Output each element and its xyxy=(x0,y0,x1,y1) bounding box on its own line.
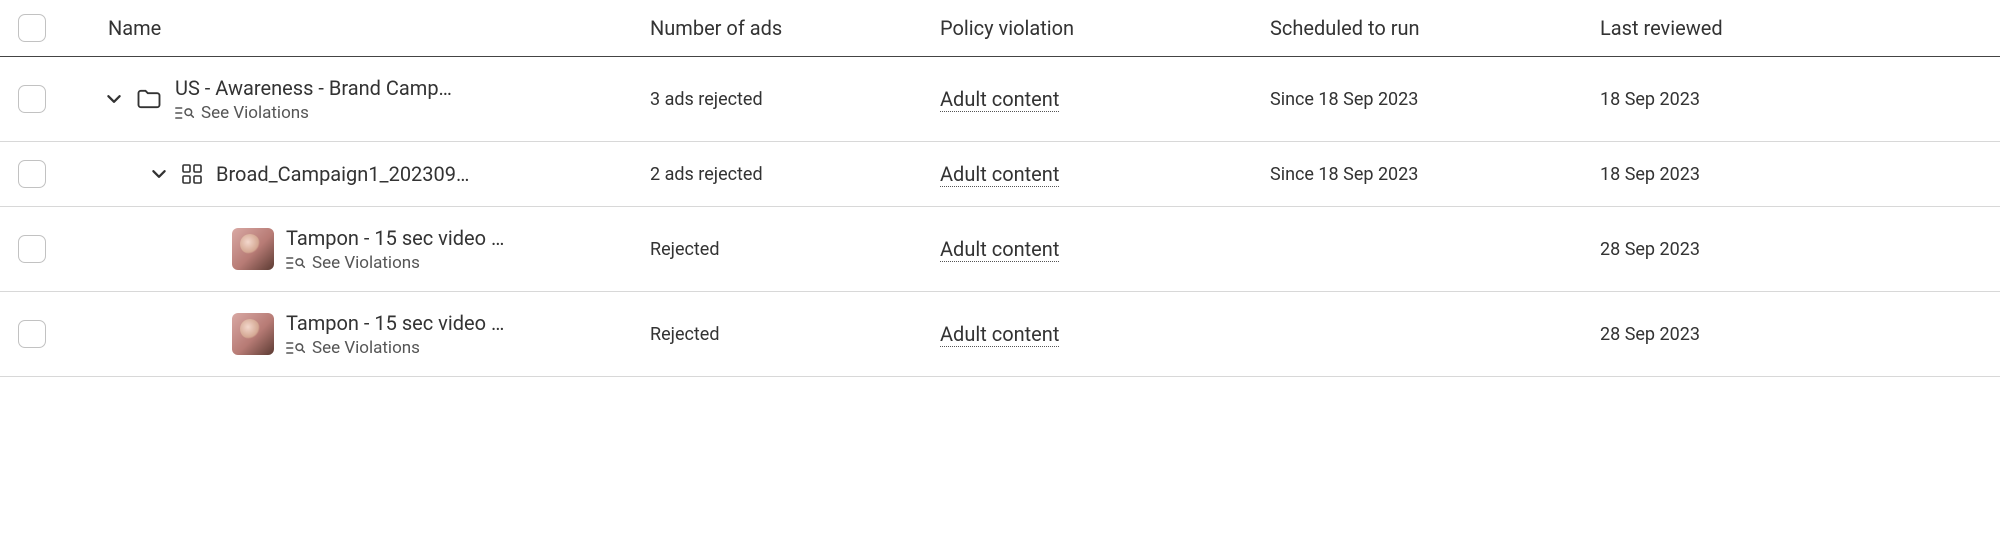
row-name-stack: US - Awareness - Brand Camp… See Violati… xyxy=(175,75,452,123)
row-policy-cell: Adult content xyxy=(940,87,1270,112)
row-checkbox-cell xyxy=(0,85,80,113)
row-name-stack: Broad_Campaign1_202309… xyxy=(216,161,469,187)
policy-violation-link[interactable]: Adult content xyxy=(940,162,1059,187)
row-checkbox[interactable] xyxy=(18,160,46,188)
row-policy-cell: Adult content xyxy=(940,237,1270,262)
chevron-down-icon[interactable] xyxy=(150,165,168,183)
row-ads: Rejected xyxy=(650,324,940,345)
see-violations-link[interactable]: See Violations xyxy=(175,103,452,123)
ad-thumbnail xyxy=(232,228,274,270)
header-name[interactable]: Name xyxy=(80,16,650,40)
row-checkbox-cell xyxy=(0,235,80,263)
header-checkbox-cell xyxy=(0,14,80,42)
ad-thumbnail xyxy=(232,313,274,355)
row-scheduled: Since 18 Sep 2023 xyxy=(1270,164,1600,185)
row-scheduled: Since 18 Sep 2023 xyxy=(1270,89,1600,110)
row-checkbox-cell xyxy=(0,160,80,188)
row-name-cell: US - Awareness - Brand Camp… See Violati… xyxy=(80,75,650,123)
chevron-down-icon[interactable] xyxy=(105,90,123,108)
policy-violation-link[interactable]: Adult content xyxy=(940,322,1059,347)
row-ads: 3 ads rejected xyxy=(650,89,940,110)
row-name-stack: Tampon - 15 sec video … See Violations xyxy=(286,310,504,358)
see-violations-label: See Violations xyxy=(201,103,309,123)
row-ads: Rejected xyxy=(650,239,940,260)
table-header-row: Name Number of ads Policy violation Sche… xyxy=(0,0,2000,57)
see-violations-label: See Violations xyxy=(312,253,420,273)
row-name-cell: Tampon - 15 sec video … See Violations xyxy=(80,310,650,358)
row-name-text[interactable]: Tampon - 15 sec video … xyxy=(286,225,504,251)
list-search-icon xyxy=(175,105,195,121)
row-name-text[interactable]: Broad_Campaign1_202309… xyxy=(216,161,469,187)
table-row: Tampon - 15 sec video … See Violations R… xyxy=(0,207,2000,292)
row-name-stack: Tampon - 15 sec video … See Violations xyxy=(286,225,504,273)
folder-icon xyxy=(135,85,163,113)
header-policy[interactable]: Policy violation xyxy=(940,16,1270,40)
see-violations-link[interactable]: See Violations xyxy=(286,253,504,273)
row-reviewed: 28 Sep 2023 xyxy=(1600,239,2000,260)
table-row: US - Awareness - Brand Camp… See Violati… xyxy=(0,57,2000,142)
see-violations-label: See Violations xyxy=(312,338,420,358)
policy-violation-link[interactable]: Adult content xyxy=(940,87,1059,112)
row-policy-cell: Adult content xyxy=(940,162,1270,187)
row-checkbox[interactable] xyxy=(18,85,46,113)
policy-violation-link[interactable]: Adult content xyxy=(940,237,1059,262)
row-name-text[interactable]: Tampon - 15 sec video … xyxy=(286,310,504,336)
grid-icon xyxy=(180,162,204,186)
table-row: Tampon - 15 sec video … See Violations R… xyxy=(0,292,2000,377)
row-name-text[interactable]: US - Awareness - Brand Camp… xyxy=(175,75,452,101)
list-search-icon xyxy=(286,340,306,356)
row-name-cell: Tampon - 15 sec video … See Violations xyxy=(80,225,650,273)
row-checkbox-cell xyxy=(0,320,80,348)
row-checkbox[interactable] xyxy=(18,235,46,263)
row-name-cell: Broad_Campaign1_202309… xyxy=(80,161,650,187)
header-scheduled[interactable]: Scheduled to run xyxy=(1270,16,1600,40)
row-policy-cell: Adult content xyxy=(940,322,1270,347)
select-all-checkbox[interactable] xyxy=(18,14,46,42)
table-row: Broad_Campaign1_202309… 2 ads rejected A… xyxy=(0,142,2000,207)
row-checkbox[interactable] xyxy=(18,320,46,348)
list-search-icon xyxy=(286,255,306,271)
header-ads[interactable]: Number of ads xyxy=(650,16,940,40)
violations-table: Name Number of ads Policy violation Sche… xyxy=(0,0,2000,377)
row-ads: 2 ads rejected xyxy=(650,164,940,185)
row-reviewed: 18 Sep 2023 xyxy=(1600,164,2000,185)
header-reviewed[interactable]: Last reviewed xyxy=(1600,16,2000,40)
see-violations-link[interactable]: See Violations xyxy=(286,338,504,358)
row-reviewed: 28 Sep 2023 xyxy=(1600,324,2000,345)
row-reviewed: 18 Sep 2023 xyxy=(1600,89,2000,110)
